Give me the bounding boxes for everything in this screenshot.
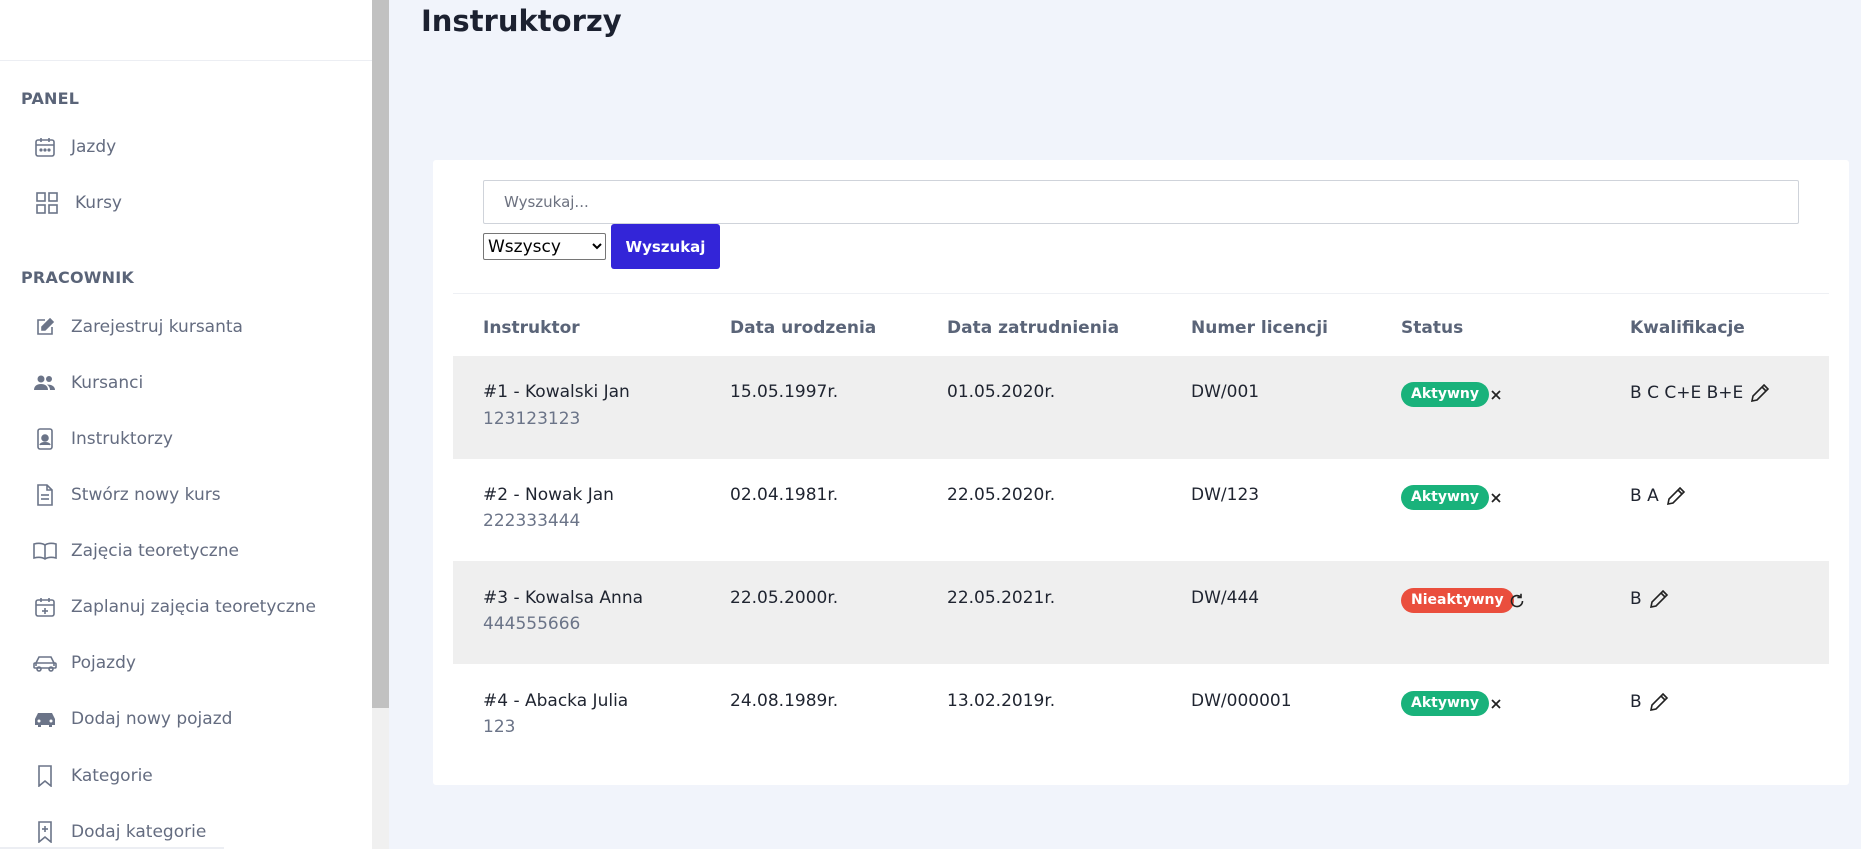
card-divider — [453, 293, 1829, 294]
status-badge: Aktywny — [1401, 691, 1489, 716]
sidebar-item-kursanci[interactable]: Kursanci — [33, 363, 143, 403]
close-icon[interactable] — [1487, 386, 1505, 404]
birth-date: 24.08.1989r. — [730, 691, 839, 711]
sidebar-item-dodaj-kategorie[interactable]: Dodaj kategorie — [33, 812, 206, 849]
qualifications: B — [1630, 691, 1670, 713]
sidebar-item-label: Pojazdy — [71, 653, 136, 673]
qualifications: B — [1630, 588, 1670, 610]
pencil-icon[interactable] — [1749, 382, 1771, 404]
hire-date: 13.02.2019r. — [947, 691, 1056, 711]
instructor-name: #1 - Kowalski Jan — [483, 382, 630, 402]
instructor-phone: 222333444 — [483, 511, 581, 531]
instructor-name: #2 - Nowak Jan — [483, 485, 614, 505]
license-number: DW/001 — [1191, 382, 1260, 402]
table-row: #2 - Nowak Jan 222333444 02.04.1981r. 22… — [453, 459, 1829, 562]
bookmark-plus-icon — [33, 820, 57, 844]
section-label-pracownik: PRACOWNIK — [21, 268, 134, 287]
column-header-instruktor: Instruktor — [483, 318, 580, 338]
sidebar-item-kursy[interactable]: Kursy — [33, 183, 122, 223]
instructor-phone: 123 — [483, 717, 516, 737]
pencil-icon[interactable] — [1665, 485, 1687, 507]
car-icon — [33, 651, 57, 675]
sidebar-item-instruktorzy[interactable]: Instruktorzy — [33, 419, 173, 459]
status-filter-select[interactable]: Wszyscy — [483, 233, 606, 260]
sidebar-item-stworz-nowy-kurs[interactable]: Stwórz nowy kurs — [33, 475, 221, 515]
badge-icon — [33, 427, 57, 451]
refresh-icon[interactable] — [1508, 592, 1526, 610]
bookmark-icon — [33, 764, 57, 788]
license-number: DW/000001 — [1191, 691, 1292, 711]
sidebar-item-jazdy[interactable]: Jazdy — [33, 127, 116, 167]
sidebar-item-pojazdy[interactable]: Pojazdy — [33, 643, 136, 683]
table-row: #3 - Kowalsa Anna 444555666 22.05.2000r.… — [453, 561, 1829, 664]
sidebar-item-kategorie[interactable]: Kategorie — [33, 756, 153, 796]
qualifications: B C C+E B+E — [1630, 382, 1771, 404]
sidebar-item-zarejestruj-kursanta[interactable]: Zarejestruj kursanta — [33, 307, 243, 347]
column-header-status: Status — [1401, 318, 1464, 338]
table-row: #1 - Kowalski Jan 123123123 15.05.1997r.… — [453, 356, 1829, 459]
status-badge: Nieaktywny — [1401, 588, 1514, 613]
qualifications-text: B C C+E B+E — [1630, 383, 1744, 403]
sidebar-item-zajecia-teoretyczne[interactable]: Zajęcia teoretyczne — [33, 531, 239, 571]
grid-icon — [35, 191, 59, 215]
sidebar-item-label: Jazdy — [71, 137, 117, 157]
sidebar-item-label: Zaplanuj zajęcia teoretyczne — [71, 597, 316, 617]
sidebar-scrollbar-thumb[interactable] — [372, 0, 389, 708]
search-input[interactable] — [483, 180, 1799, 224]
birth-date: 15.05.1997r. — [730, 382, 839, 402]
page-title: Instruktorzy — [421, 4, 622, 38]
sidebar-item-label: Zajęcia teoretyczne — [71, 541, 239, 561]
sidebar-item-label: Kategorie — [71, 766, 153, 786]
pencil-icon[interactable] — [1648, 588, 1670, 610]
document-icon — [33, 483, 57, 507]
calendar-plus-icon — [33, 595, 57, 619]
section-label-panel: PANEL — [21, 89, 80, 108]
hire-date: 22.05.2020r. — [947, 485, 1056, 505]
qualifications-text: B — [1630, 692, 1642, 712]
qualifications-text: B — [1630, 589, 1642, 609]
instructor-name: #3 - Kowalsa Anna — [483, 588, 644, 608]
license-number: DW/123 — [1191, 485, 1260, 505]
hire-date: 01.05.2020r. — [947, 382, 1056, 402]
search-button[interactable]: Wyszukaj — [611, 224, 720, 269]
edit-icon — [33, 315, 57, 339]
close-icon[interactable] — [1487, 695, 1505, 713]
table-row: #4 - Abacka Julia 123 24.08.1989r. 13.02… — [453, 664, 1829, 767]
book-icon — [33, 539, 57, 563]
sidebar-item-label: Stwórz nowy kurs — [71, 485, 221, 505]
status-badge: Aktywny — [1401, 382, 1489, 407]
status-badge: Aktywny — [1401, 485, 1489, 510]
sidebar-item-label: Dodaj nowy pojazd — [71, 709, 233, 729]
qualifications: B A — [1630, 485, 1687, 507]
sidebar-item-label: Zarejestruj kursanta — [71, 317, 243, 337]
sidebar-item-zaplanuj-zajecia[interactable]: Zaplanuj zajęcia teoretyczne — [33, 587, 316, 627]
instructor-phone: 123123123 — [483, 409, 581, 429]
instructor-phone: 444555666 — [483, 614, 581, 634]
sidebar-divider — [0, 60, 372, 61]
close-icon[interactable] — [1487, 489, 1505, 507]
sidebar-item-label: Kursanci — [71, 373, 144, 393]
users-icon — [33, 371, 57, 395]
sidebar-item-label: Kursy — [75, 193, 122, 213]
birth-date: 22.05.2000r. — [730, 588, 839, 608]
instructor-name: #4 - Abacka Julia — [483, 691, 629, 711]
hire-date: 22.05.2021r. — [947, 588, 1056, 608]
column-header-numer-licencji: Numer licencji — [1191, 318, 1328, 338]
sidebar-item-label: Instruktorzy — [71, 429, 173, 449]
column-header-data-zatrudnienia: Data zatrudnienia — [947, 318, 1120, 338]
column-header-data-urodzenia: Data urodzenia — [730, 318, 877, 338]
sidebar: PANEL Jazdy Kursy PRACOWNIK Zarejestruj … — [0, 0, 372, 849]
birth-date: 02.04.1981r. — [730, 485, 839, 505]
car-filled-icon — [33, 707, 57, 731]
column-header-kwalifikacje: Kwalifikacje — [1630, 318, 1745, 338]
qualifications-text: B A — [1630, 486, 1659, 506]
pencil-icon[interactable] — [1648, 691, 1670, 713]
sidebar-item-dodaj-nowy-pojazd[interactable]: Dodaj nowy pojazd — [33, 699, 232, 739]
sidebar-item-label: Dodaj kategorie — [71, 822, 207, 842]
calendar-icon — [33, 135, 57, 159]
license-number: DW/444 — [1191, 588, 1260, 608]
